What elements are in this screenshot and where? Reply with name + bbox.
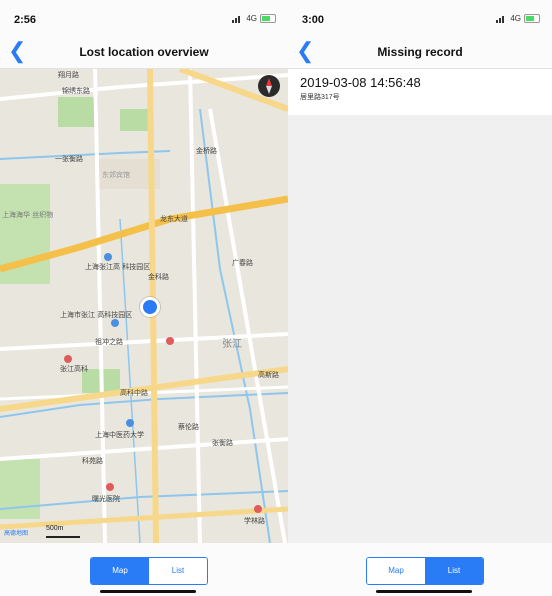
park-area — [58, 97, 98, 127]
page-title: Missing record — [377, 45, 463, 59]
map-label: 上海海华 丝织物 — [2, 210, 53, 219]
map-label: 张江 — [222, 338, 242, 350]
road — [188, 69, 202, 543]
river — [0, 150, 171, 160]
bottom-bar: Map List — [0, 543, 288, 596]
status-bar: 3:00 4G — [288, 0, 552, 36]
road — [93, 69, 107, 543]
page-title: Lost location overview — [79, 45, 209, 59]
list-tab[interactable]: List — [149, 558, 207, 584]
list-item[interactable]: 2019-03-08 14:56:48 居里路317号 — [288, 69, 552, 115]
compass-icon[interactable] — [258, 75, 280, 97]
map-label: 高斯路 — [258, 370, 279, 379]
map-label: 上海中医药大学 — [95, 430, 144, 439]
view-segmented-control: Map List — [90, 557, 208, 585]
map-label: 东郊宾馆 — [102, 170, 130, 179]
map-tab[interactable]: Map — [367, 558, 425, 584]
map-label: 祖冲之路 — [95, 337, 123, 346]
map-view[interactable]: 翔月路 锦绣东路 一张衡路 东郊宾馆 上海海华 丝织物 龙东大道 上海张江高 科… — [0, 69, 288, 543]
signal-icon — [496, 15, 507, 23]
network-type: 4G — [246, 14, 257, 23]
metro-marker[interactable] — [166, 337, 174, 345]
record-time: 2019-03-08 14:56:48 — [300, 75, 421, 90]
status-bar: 2:56 4G — [0, 0, 288, 36]
home-indicator — [376, 590, 472, 593]
status-indicators: 4G — [496, 14, 540, 23]
river — [199, 108, 271, 543]
record-address: 居里路317号 — [300, 94, 340, 101]
status-time: 2:56 — [14, 14, 37, 26]
poi-marker[interactable] — [104, 253, 112, 261]
battery-icon — [524, 14, 540, 23]
battery-icon — [260, 14, 276, 23]
view-segmented-control: Map List — [366, 557, 484, 585]
map-tab[interactable]: Map — [91, 558, 149, 584]
network-type: 4G — [510, 14, 521, 23]
map-scale-bar — [46, 536, 80, 538]
road — [208, 108, 287, 543]
park-area — [0, 459, 40, 519]
left-screen: 2:56 4G ❮ Lost location overview 翔月路 锦绣东… — [0, 0, 288, 596]
nav-bar: ❮ Missing record — [288, 36, 552, 69]
map-label: 蔡伦路 — [178, 422, 199, 431]
bottom-bar: Map List — [288, 543, 552, 596]
map-label: 上海张江高 科技园区 — [85, 262, 150, 271]
poi-marker[interactable] — [111, 319, 119, 327]
map-label: 一张衡路 — [55, 154, 83, 163]
map-label: 金桥路 — [196, 146, 217, 155]
map-label: 张衡路 — [212, 438, 233, 447]
map-scale-label: 500m — [46, 525, 64, 532]
map-label: 张江高科 — [60, 364, 88, 373]
map-label: 上海市张江 高科技园区 — [60, 310, 132, 319]
map-label: 金科路 — [148, 272, 169, 281]
map-label: 龙东大道 — [160, 214, 188, 223]
map-label: 高科中路 — [120, 388, 148, 397]
status-indicators: 4G — [232, 14, 276, 23]
signal-icon — [232, 15, 243, 23]
status-time: 3:00 — [302, 14, 325, 26]
map-logo: 高德地图 — [4, 531, 29, 537]
map-label: 曙光医院 — [92, 494, 120, 503]
hospital-marker[interactable] — [106, 483, 114, 491]
map-label: 学林路 — [244, 516, 265, 525]
road — [0, 332, 288, 351]
metro-marker[interactable] — [254, 505, 262, 513]
road — [0, 437, 288, 461]
map-label: 翔月路 — [58, 70, 79, 79]
list-tab[interactable]: List — [425, 558, 483, 584]
map-label: 锦绣东路 — [62, 86, 90, 95]
river — [0, 490, 288, 510]
map-label: 广春路 — [232, 258, 253, 267]
poi-marker[interactable] — [126, 419, 134, 427]
metro-marker[interactable] — [64, 355, 72, 363]
location-marker[interactable] — [140, 297, 160, 317]
park-area — [120, 109, 152, 131]
right-screen: 3:00 4G ❮ Missing record 2019-03-08 14:5… — [288, 0, 552, 596]
nav-bar: ❮ Lost location overview — [0, 36, 288, 69]
map-label: 科苑路 — [82, 456, 103, 465]
record-list: 2019-03-08 14:56:48 居里路317号 — [288, 69, 552, 543]
home-indicator — [100, 590, 196, 593]
